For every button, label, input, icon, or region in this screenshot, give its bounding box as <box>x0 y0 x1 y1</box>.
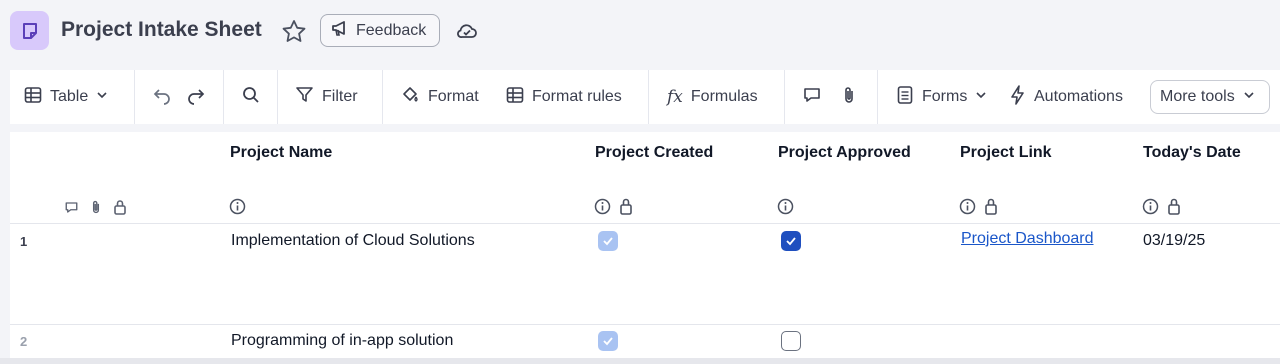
megaphone-icon <box>330 18 350 43</box>
project-approved-checkbox[interactable] <box>781 331 801 351</box>
project-created-checkbox[interactable] <box>598 331 618 351</box>
toolbar-divider <box>277 70 278 124</box>
filter-icon <box>295 85 314 109</box>
form-icon <box>896 85 914 110</box>
toolbar-divider <box>382 70 383 124</box>
project-link[interactable]: Project Dashboard <box>961 230 1094 248</box>
row-number: 2 <box>20 334 28 349</box>
search-button[interactable] <box>241 70 261 124</box>
undo-icon <box>152 85 172 110</box>
format-label: Format <box>428 88 479 105</box>
column-header-project-name[interactable]: Project Name <box>230 144 332 162</box>
info-icon[interactable] <box>959 198 976 215</box>
lock-icon <box>1168 198 1180 215</box>
attachments-button[interactable] <box>840 70 858 124</box>
more-tools-label: More tools <box>1160 88 1235 105</box>
column-header-project-approved[interactable]: Project Approved <box>778 144 911 162</box>
comment-icon <box>802 85 822 110</box>
function-fx-icon: fx <box>667 87 683 107</box>
format-rules-button[interactable]: Format rules <box>506 70 622 124</box>
chevron-down-icon <box>975 88 987 106</box>
search-icon <box>241 85 261 110</box>
chevron-down-icon <box>1243 88 1255 106</box>
table-grid-icon <box>24 86 42 109</box>
paperclip-icon <box>840 85 858 110</box>
comments-button[interactable] <box>802 70 822 124</box>
table-label: Table <box>50 88 89 105</box>
column-header-project-link[interactable]: Project Link <box>960 144 1052 162</box>
cell-todays-date[interactable]: 03/19/25 <box>1143 232 1205 250</box>
format-button[interactable]: Format <box>400 70 479 124</box>
table-view-dropdown[interactable]: Table <box>24 70 108 124</box>
paperclip-icon <box>89 199 103 220</box>
lock-icon <box>620 198 632 215</box>
lightning-bolt-icon <box>1010 84 1026 110</box>
row-number: 1 <box>20 234 28 249</box>
info-icon[interactable] <box>229 198 246 215</box>
chevron-down-icon <box>96 88 108 106</box>
info-icon[interactable] <box>777 198 794 215</box>
filter-label: Filter <box>322 88 358 105</box>
star-icon[interactable] <box>280 18 308 46</box>
undo-button[interactable] <box>152 70 172 124</box>
project-created-checkbox[interactable] <box>598 231 618 251</box>
forms-dropdown[interactable]: Forms <box>896 70 987 124</box>
automations-button[interactable]: Automations <box>1010 70 1123 124</box>
paint-bucket-icon <box>400 85 420 110</box>
cloud-check-icon[interactable] <box>455 20 479 42</box>
lock-icon <box>113 199 127 220</box>
feedback-label: Feedback <box>356 21 427 39</box>
project-approved-checkbox[interactable] <box>781 231 801 251</box>
column-header-project-created[interactable]: Project Created <box>595 144 713 162</box>
lock-icon <box>985 198 997 215</box>
formulas-label: Formulas <box>690 88 758 105</box>
row-divider <box>10 324 1280 325</box>
format-rules-label: Format rules <box>532 88 622 105</box>
scroll-area-edge <box>0 358 1280 364</box>
cell-project-name[interactable]: Implementation of Cloud Solutions <box>231 232 475 250</box>
format-rules-icon <box>506 86 524 109</box>
info-icon[interactable] <box>1142 198 1159 215</box>
toolbar: Table Filter Format Format rules fx Form… <box>10 70 1280 124</box>
formulas-button[interactable]: fx Formulas <box>667 70 758 124</box>
toolbar-divider <box>134 70 135 124</box>
feedback-button[interactable]: Feedback <box>320 14 440 47</box>
toolbar-divider <box>784 70 785 124</box>
redo-button[interactable] <box>186 70 206 124</box>
filter-button[interactable]: Filter <box>295 70 358 124</box>
sheet-title[interactable]: Project Intake Sheet <box>61 18 262 42</box>
comment-icon <box>64 200 79 220</box>
automations-label: Automations <box>1034 88 1123 105</box>
toolbar-divider <box>877 70 878 124</box>
toolbar-divider <box>648 70 649 124</box>
forms-label: Forms <box>922 88 968 105</box>
more-tools-dropdown[interactable]: More tools <box>1150 80 1270 114</box>
cell-project-name[interactable]: Programming of in-app solution <box>231 332 453 350</box>
sheet-header: Project Intake Sheet Feedback <box>0 0 1280 62</box>
header-divider <box>10 223 1280 224</box>
sheet-icon[interactable] <box>10 11 49 50</box>
info-icon[interactable] <box>594 198 611 215</box>
toolbar-divider <box>223 70 224 124</box>
redo-icon <box>186 85 206 110</box>
sheet-grid: Project Name Project Created Project App… <box>10 132 1280 358</box>
column-header-todays-date[interactable]: Today's Date <box>1143 144 1241 162</box>
